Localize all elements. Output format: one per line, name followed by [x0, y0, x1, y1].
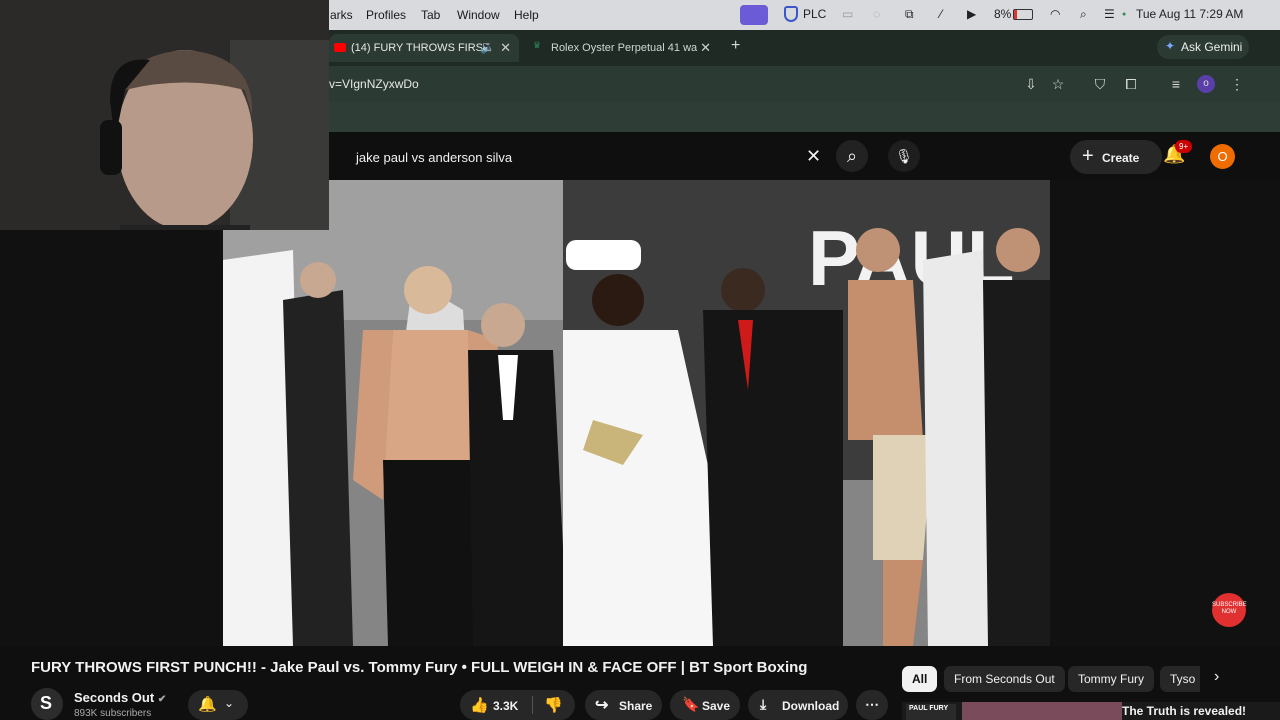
youtube-favicon-icon — [334, 43, 346, 52]
status-dot-icon: ● — [1122, 11, 1127, 18]
bookmark-star-icon[interactable]: ☆ — [1048, 74, 1068, 94]
chip-tyson[interactable]: Tyso — [1160, 666, 1200, 692]
menu-bookmarks[interactable]: arks — [330, 8, 353, 22]
weigh-in-scene: PAUL — [223, 180, 1050, 646]
channel-name-text: Seconds Out — [74, 690, 155, 705]
voice-search-button[interactable]: 🎙 — [888, 140, 920, 172]
video-frame[interactable]: PAUL — [223, 180, 1050, 646]
ask-gemini-button[interactable]: ✦ Ask Gemini — [1157, 35, 1249, 59]
menu-window[interactable]: Window — [457, 8, 500, 22]
webcam-overlay — [0, 0, 329, 230]
video-player[interactable]: PAUL SUBSCRIBE NOW — [0, 180, 1280, 646]
window-icon[interactable]: ▭ — [842, 7, 853, 21]
video-title: FURY THROWS FIRST PUNCH!! - Jake Paul vs… — [31, 659, 808, 676]
spotlight-search-icon[interactable]: ⌕ — [1080, 7, 1087, 22]
download-button[interactable]: ⤓ Download — [748, 690, 848, 720]
clock[interactable]: Tue Aug 11 7:29 AM — [1136, 7, 1243, 21]
notifications-button[interactable]: 🔔 9+ — [1163, 140, 1193, 168]
like-count[interactable]: 3.3K — [493, 699, 518, 713]
url-text[interactable]: v=VIgnNZyxwDo — [329, 77, 419, 91]
gemini-sparkle-icon: ✦ — [1165, 39, 1176, 53]
create-label: Create — [1102, 151, 1140, 165]
wifi-icon[interactable]: ◠ — [1050, 7, 1060, 21]
streamer-face — [0, 0, 329, 230]
share-label: Share — [619, 699, 653, 713]
verified-icon: ✔ — [157, 694, 167, 705]
new-tab-icon[interactable]: + — [731, 37, 740, 55]
download-label: Download — [782, 699, 840, 713]
more-icon: ⋯ — [865, 696, 879, 712]
pen-icon[interactable]: ⁄ — [940, 7, 942, 21]
screen-share-icon[interactable] — [740, 5, 768, 25]
subscription-bell-button[interactable]: 🔔 ⌄ — [188, 690, 248, 720]
menu-profiles[interactable]: Profiles — [366, 8, 406, 22]
search-icon: ⌕ — [846, 146, 858, 166]
bell-icon: 🔔 — [198, 696, 217, 713]
chrome-menu-icon[interactable]: ⋮ — [1227, 74, 1247, 94]
control-center-icon[interactable]: ☰ — [1104, 7, 1115, 21]
chevron-right-icon[interactable]: › — [1214, 668, 1219, 686]
share-icon: ↪ — [595, 697, 609, 714]
divider — [532, 696, 533, 714]
menu-help[interactable]: Help — [514, 8, 539, 22]
tab-label: (14) FURY THROWS FIRST — [351, 42, 490, 54]
search-box[interactable]: jake paul vs anderson silva ✕ — [340, 140, 840, 174]
channel-avatar[interactable]: S — [31, 688, 63, 720]
account-avatar[interactable]: O — [1210, 144, 1235, 169]
extension-shield-icon[interactable]: ⛉ — [1090, 74, 1110, 94]
search-button[interactable]: ⌕ — [836, 140, 868, 172]
save-label: Save — [702, 699, 731, 713]
recommended-video[interactable]: PAUL FURY The Truth is revealed! — [902, 702, 1280, 720]
create-button[interactable]: + Create — [1070, 140, 1162, 174]
battery-percent: 8% — [994, 7, 1012, 21]
search-input[interactable]: jake paul vs anderson silva — [356, 150, 512, 165]
more-actions-button[interactable]: ⋯ — [856, 690, 888, 720]
recommended-thumbnail[interactable]: PAUL FURY — [906, 704, 956, 720]
plus-icon: + — [1082, 145, 1094, 167]
vpn-label: PLC — [803, 7, 827, 21]
tab-rolex[interactable]: ♛ Rolex Oyster Perpetual 41 wa ✕ — [527, 34, 719, 62]
dislike-icon[interactable]: 👎 — [544, 696, 563, 714]
play-icon[interactable]: ▶ — [967, 7, 976, 21]
display-icon[interactable]: ⧉ — [905, 7, 914, 22]
chip-tommy-fury[interactable]: Tommy Fury — [1068, 666, 1154, 692]
drop-icon[interactable]: ◌ — [873, 7, 880, 21]
download-icon: ⤓ — [760, 696, 767, 712]
bookmark-icon: 🔖 — [682, 696, 700, 712]
notifications-badge: 9+ — [1175, 140, 1193, 153]
menu-tab[interactable]: Tab — [421, 8, 440, 22]
channel-logo: S — [40, 693, 53, 713]
like-dislike-group: 👍 3.3K 👎 — [460, 690, 575, 720]
tab-youtube[interactable]: (14) FURY THROWS FIRST 🔈 ✕ — [329, 34, 519, 62]
like-icon[interactable]: 👍 — [470, 696, 489, 714]
subscribe-watermark[interactable]: SUBSCRIBE NOW — [1212, 593, 1247, 627]
tab-label: Rolex Oyster Perpetual 41 wa — [551, 42, 698, 54]
battery-icon[interactable] — [1013, 9, 1033, 20]
clear-search-icon[interactable]: ✕ — [806, 146, 821, 167]
subscriber-count: 893K subscribers — [74, 708, 152, 719]
extensions-puzzle-icon[interactable]: ⧠ — [1121, 74, 1141, 94]
close-tab-icon[interactable]: ✕ — [700, 40, 711, 56]
close-tab-icon[interactable]: ✕ — [500, 40, 511, 56]
rolex-favicon-icon: ♛ — [533, 40, 542, 50]
channel-name[interactable]: Seconds Out ✔ — [74, 690, 166, 705]
vpn-shield-icon[interactable] — [784, 6, 798, 22]
microphone-icon: 🎙 — [895, 148, 913, 164]
profile-avatar[interactable]: o — [1197, 75, 1215, 93]
chip-from-seconds-out[interactable]: From Seconds Out — [944, 666, 1065, 692]
audio-playing-icon[interactable]: 🔈 — [480, 40, 495, 54]
chip-all[interactable]: All — [902, 666, 938, 692]
recommended-thumbnail-art — [962, 702, 1122, 720]
ask-gemini-label: Ask Gemini — [1181, 40, 1243, 54]
media-control-icon[interactable]: ≡ — [1166, 74, 1186, 94]
chevron-down-icon: ⌄ — [224, 696, 235, 710]
save-button[interactable]: 🔖 Save — [670, 690, 740, 720]
install-app-icon[interactable]: ⇩ — [1021, 74, 1041, 94]
share-button[interactable]: ↪ Share — [585, 690, 662, 720]
recommended-title[interactable]: The Truth is revealed! — [1122, 704, 1246, 718]
